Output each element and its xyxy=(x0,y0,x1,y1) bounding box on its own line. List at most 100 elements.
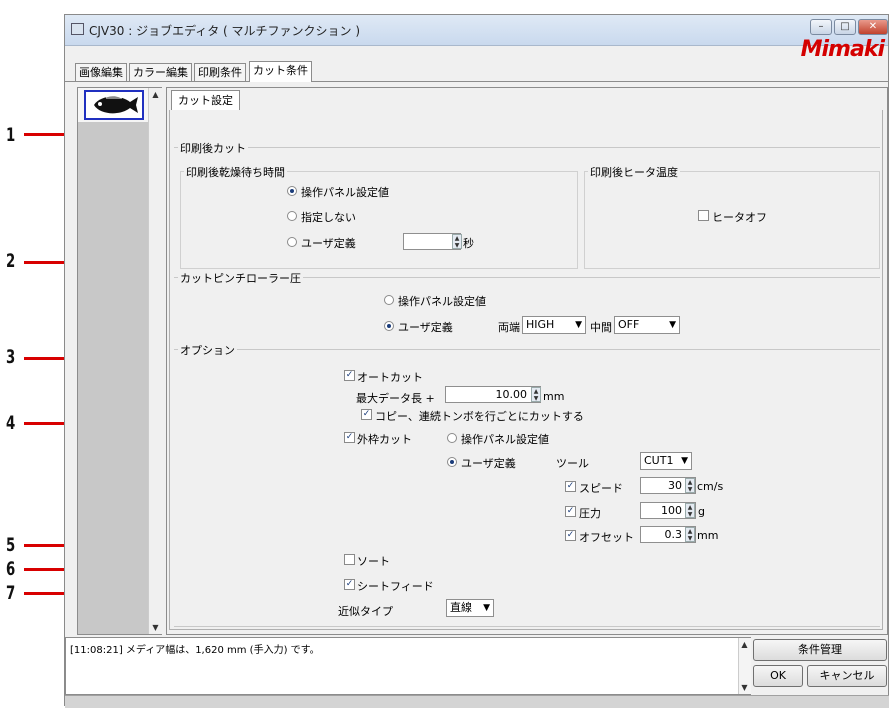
cut-settings-pane: 印刷後カット 印刷後乾燥待ち時間 操作パネル設定値 指定しない ユーザ定義 ▲ ▼… xyxy=(169,110,883,630)
outer-frame-cut-label: 外枠カット xyxy=(357,433,412,446)
max-data-length-label: 最大データ長 + xyxy=(356,392,435,405)
dry-wait-legend: 印刷後乾燥待ち時間 xyxy=(184,164,287,180)
offset-unit: mm xyxy=(697,529,719,542)
pinch-panel-radio[interactable] xyxy=(384,295,394,305)
condition-manage-button[interactable]: 条件管理 xyxy=(753,639,887,661)
offset-checkbox[interactable]: ✓ xyxy=(565,530,576,541)
middle-value: OFF xyxy=(618,318,640,331)
tool-value: CUT1 xyxy=(644,454,674,467)
sheet-feed-label: シートフィード xyxy=(357,580,434,593)
tab-cut-conditions[interactable]: カット条件 xyxy=(249,61,312,82)
close-button[interactable]: ✕ xyxy=(858,19,888,35)
message-log: [11:08:21] メディア幅は、1,620 mm (手入力) です。 ▲ ▼ xyxy=(65,637,751,695)
thumbnail-scrollbar[interactable]: ▲ ▼ xyxy=(148,88,162,634)
max-data-length-spinner[interactable]: ▲ ▼ xyxy=(531,387,541,402)
dry-wait-panel-radio[interactable] xyxy=(287,186,297,196)
scroll-up-icon[interactable]: ▲ xyxy=(739,638,750,651)
pressure-checkbox[interactable]: ✓ xyxy=(565,506,576,517)
pinch-user-radio[interactable] xyxy=(384,321,394,331)
tab-strip-divider xyxy=(65,81,889,82)
offset-label: オフセット xyxy=(579,531,634,544)
tool-label: ツール xyxy=(556,457,589,470)
seconds-unit: 秒 xyxy=(463,237,474,250)
speed-unit: cm/s xyxy=(697,480,724,493)
tab-cut-settings[interactable]: カット設定 xyxy=(171,90,240,110)
approx-type-value: 直線 xyxy=(450,601,472,614)
title-bar[interactable]: CJV30 : ジョブエディタ ( マルチファンクション ) – □ ✕ xyxy=(65,15,888,46)
auto-cut-checkbox[interactable]: ✓ xyxy=(344,370,355,381)
callout-number-3: 3 xyxy=(6,346,16,368)
dry-wait-user-label: ユーザ定義 xyxy=(301,237,356,250)
scroll-down-icon[interactable]: ▼ xyxy=(149,621,162,634)
scroll-up-icon[interactable]: ▲ xyxy=(149,88,162,101)
chevron-down-icon: ▼ xyxy=(575,320,582,330)
chevron-down-icon: ▼ xyxy=(669,320,676,330)
chevron-down-icon: ▼ xyxy=(681,456,688,466)
speed-label: スピード xyxy=(579,482,623,495)
app-icon xyxy=(71,23,84,35)
cancel-button[interactable]: キャンセル xyxy=(807,665,887,687)
maximize-button[interactable]: □ xyxy=(834,19,856,35)
pressure-spinner[interactable]: ▲ ▼ xyxy=(685,503,695,518)
tool-select[interactable]: CUT1 ▼ xyxy=(640,452,692,470)
minimize-button[interactable]: – xyxy=(810,19,832,35)
max-data-length-field[interactable]: 10.00 xyxy=(445,386,541,403)
frame-panel-label: 操作パネル設定値 xyxy=(461,433,549,446)
tab-print-conditions[interactable]: 印刷条件 xyxy=(194,63,246,81)
chevron-down-icon: ▼ xyxy=(483,603,490,613)
both-ends-select[interactable]: HIGH ▼ xyxy=(522,316,586,334)
pinch-panel-label: 操作パネル設定値 xyxy=(398,295,486,308)
section-divider xyxy=(174,626,880,627)
post-print-cut-legend: 印刷後カット xyxy=(178,140,248,156)
outer-frame-cut-checkbox[interactable]: ✓ xyxy=(344,432,355,443)
offset-spinner[interactable]: ▲ ▼ xyxy=(685,527,695,542)
dry-wait-none-label: 指定しない xyxy=(301,211,356,224)
section-divider xyxy=(174,349,880,350)
frame-panel-radio[interactable] xyxy=(447,433,457,443)
callout-number-5: 5 xyxy=(6,534,16,556)
speed-spinner[interactable]: ▲ ▼ xyxy=(685,478,695,493)
tab-color-edit[interactable]: カラー編集 xyxy=(129,63,192,81)
job-thumbnail[interactable] xyxy=(84,90,144,120)
dry-wait-panel-label: 操作パネル設定値 xyxy=(301,186,389,199)
sort-checkbox[interactable] xyxy=(344,554,355,565)
copy-cut-label: コピー、連続トンボを行ごとにカットする xyxy=(375,410,584,423)
frame-user-label: ユーザ定義 xyxy=(461,457,516,470)
mimaki-logo: Mimaki xyxy=(800,37,885,62)
tab-image-edit[interactable]: 画像編集 xyxy=(75,63,127,81)
callout-number-1: 1 xyxy=(6,124,16,146)
scroll-down-icon[interactable]: ▼ xyxy=(739,681,750,694)
both-ends-label: 両端 xyxy=(498,321,520,334)
dry-wait-spinner[interactable]: ▲ ▼ xyxy=(452,234,462,249)
frame-user-radio[interactable] xyxy=(447,457,457,467)
both-ends-value: HIGH xyxy=(526,318,555,331)
middle-label: 中間 xyxy=(590,321,612,334)
approx-type-select[interactable]: 直線 ▼ xyxy=(446,599,494,617)
section-divider xyxy=(174,147,880,148)
cut-conditions-panel: カット設定 印刷後カット 印刷後乾燥待ち時間 操作パネル設定値 指定しない ユー… xyxy=(166,87,888,635)
thumbnail-strip xyxy=(78,122,148,634)
pinch-user-label: ユーザ定義 xyxy=(398,321,453,334)
speed-checkbox[interactable]: ✓ xyxy=(565,481,576,492)
callout-number-2: 2 xyxy=(6,250,16,272)
window-title: CJV30 : ジョブエディタ ( マルチファンクション ) xyxy=(89,24,361,38)
callout-number-4: 4 xyxy=(6,412,16,434)
options-legend: オプション xyxy=(178,342,237,358)
ok-button[interactable]: OK xyxy=(753,665,803,687)
log-scrollbar[interactable]: ▲ ▼ xyxy=(738,638,751,694)
copy-cut-checkbox[interactable]: ✓ xyxy=(361,409,372,420)
dry-wait-none-radio[interactable] xyxy=(287,211,297,221)
approx-type-label: 近似タイプ xyxy=(338,605,393,618)
max-data-length-unit: mm xyxy=(543,390,565,403)
pressure-label: 圧力 xyxy=(579,507,601,520)
auto-cut-label: オートカット xyxy=(357,371,423,384)
sort-label: ソート xyxy=(357,555,390,568)
middle-select[interactable]: OFF ▼ xyxy=(614,316,680,334)
dry-wait-user-radio[interactable] xyxy=(287,237,297,247)
heater-off-label: ヒータオフ xyxy=(712,211,767,224)
pressure-unit: g xyxy=(698,505,705,518)
heater-legend: 印刷後ヒータ温度 xyxy=(588,164,680,180)
sheet-feed-checkbox[interactable]: ✓ xyxy=(344,579,355,590)
pinch-roller-legend: カットピンチローラー圧 xyxy=(178,270,303,286)
heater-off-checkbox[interactable] xyxy=(698,210,709,221)
